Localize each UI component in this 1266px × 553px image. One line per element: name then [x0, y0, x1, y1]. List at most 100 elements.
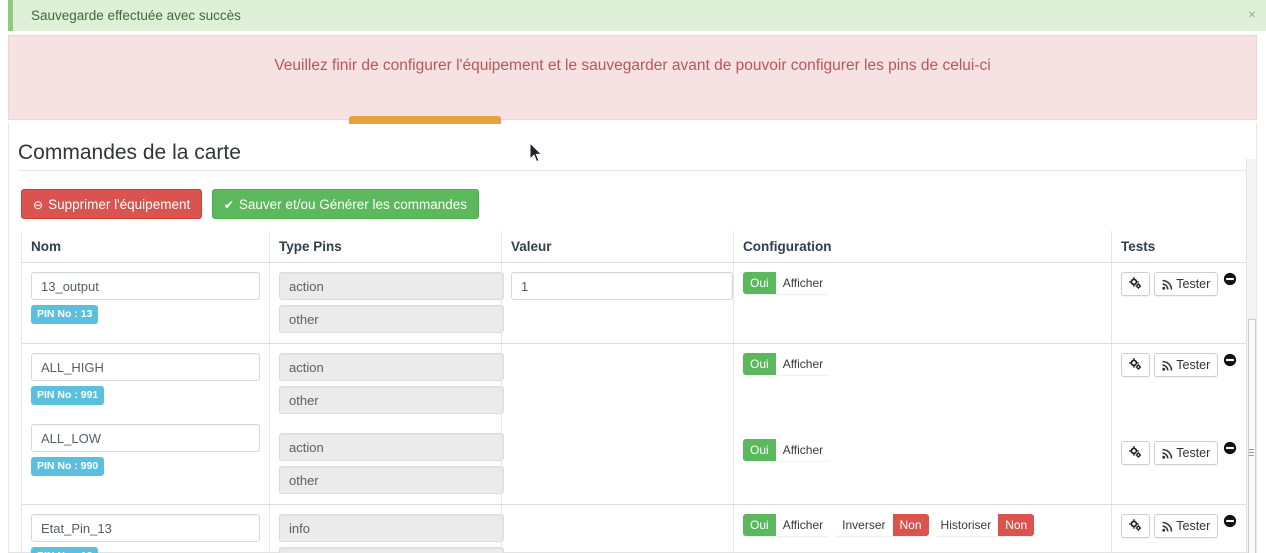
- test-button[interactable]: Tester: [1154, 353, 1219, 377]
- column-header-valeur: Valeur: [501, 231, 734, 263]
- value-cell: [502, 344, 733, 363]
- config-label-badge[interactable]: Afficher: [775, 514, 831, 536]
- configuration-cell: Oui Afficher: [734, 263, 1111, 304]
- delete-equipment-button[interactable]: ⊖ Supprimer l'équipement: [21, 189, 203, 219]
- config-state-badge[interactable]: Oui: [743, 439, 776, 461]
- type-pins-cell: [270, 505, 504, 553]
- test-button-label: Tester: [1176, 446, 1211, 460]
- success-alert-message: Sauvegarde effectuée avec succès: [31, 8, 241, 23]
- value-input[interactable]: [511, 272, 733, 300]
- pin-number-badge: PIN No : 991: [31, 386, 105, 405]
- column-header-configuration: Configuration: [733, 231, 1112, 263]
- rss-icon: [1162, 448, 1173, 459]
- cogs-icon: [1129, 358, 1142, 370]
- type-pin-input[interactable]: [279, 272, 504, 300]
- config-state-badge[interactable]: Oui: [743, 514, 776, 536]
- save-generate-commands-button[interactable]: ✔ Sauver et/ou Générer les commandes: [211, 189, 480, 219]
- config-label-badge[interactable]: Historiser: [933, 514, 999, 536]
- tests-cell: Tester: [1112, 505, 1247, 548]
- scrollbar-grip-icon: [1249, 449, 1254, 456]
- type-pins-cell: [270, 344, 504, 424]
- minus-circle-icon: ⊖: [33, 198, 44, 212]
- pin-settings-button[interactable]: [1121, 514, 1150, 538]
- pin-settings-button[interactable]: [1121, 272, 1150, 296]
- pin-number-badge: PIN No : 13: [31, 547, 99, 553]
- table-row: PIN No : 991PIN No : 990OuiAfficherOuiAf…: [21, 343, 1247, 505]
- table-row: PIN No : 13OuiAfficherInverserNonHistori…: [21, 504, 1247, 553]
- name-cell: PIN No : 13: [22, 263, 269, 334]
- configuration-cell: Oui Afficher Inverser Non Historiser Non: [734, 505, 1111, 546]
- type-pin-input[interactable]: [279, 305, 504, 333]
- config-state-badge[interactable]: Oui: [743, 272, 776, 294]
- configuration-cell: Oui Afficher: [734, 430, 1111, 471]
- test-button[interactable]: Tester: [1154, 514, 1219, 538]
- vertical-scrollbar[interactable]: [1246, 159, 1256, 553]
- config-toggle-group[interactable]: Oui Afficher: [743, 353, 831, 375]
- delete-equipment-label: Supprimer l'équipement: [48, 197, 191, 212]
- minus-circle-icon[interactable]: [1223, 272, 1237, 286]
- config-toggle-group[interactable]: Inverser Non: [835, 514, 929, 536]
- column-header-type-pins: Type Pins: [269, 231, 502, 263]
- minus-circle-icon[interactable]: [1223, 353, 1237, 367]
- config-state-badge[interactable]: Oui: [743, 353, 776, 375]
- scrollbar-thumb[interactable]: [1248, 319, 1256, 553]
- success-alert: Sauvegarde effectuée avec succès ×: [8, 0, 1266, 31]
- config-label-badge[interactable]: Afficher: [775, 272, 831, 294]
- cogs-icon: [1129, 277, 1142, 289]
- type-pin-input[interactable]: [279, 547, 504, 553]
- config-toggle-group[interactable]: Oui Afficher: [743, 514, 831, 536]
- type-pins-cell: [270, 263, 504, 343]
- config-toggle-group[interactable]: Oui Afficher: [743, 439, 831, 461]
- type-pins-cell: [270, 424, 504, 504]
- pin-settings-button[interactable]: [1121, 441, 1150, 465]
- close-icon[interactable]: ×: [1248, 7, 1256, 21]
- type-pin-input[interactable]: [279, 386, 504, 414]
- config-state-badge[interactable]: Non: [998, 514, 1035, 536]
- test-button[interactable]: Tester: [1154, 272, 1219, 296]
- commands-table: Nom Type Pins Valeur Configuration Tests…: [21, 231, 1247, 553]
- type-pin-input[interactable]: [279, 466, 504, 494]
- configuration-cell: Oui Afficher: [734, 344, 1111, 385]
- name-input[interactable]: [31, 514, 260, 542]
- value-cell: [502, 263, 733, 310]
- name-cell: PIN No : 13: [22, 505, 269, 553]
- type-pin-input[interactable]: [279, 353, 504, 381]
- type-pin-input[interactable]: [279, 514, 504, 542]
- pin-settings-button[interactable]: [1121, 353, 1150, 377]
- rss-icon: [1162, 360, 1173, 371]
- cogs-icon: [1129, 519, 1142, 531]
- tests-cell: Tester: [1112, 263, 1247, 306]
- tests-cell: Tester: [1112, 432, 1247, 475]
- rss-icon: [1162, 279, 1173, 290]
- type-pin-input[interactable]: [279, 433, 504, 461]
- tests-cell: Tester: [1112, 344, 1247, 387]
- check-circle-icon: ✔: [223, 198, 234, 212]
- test-button-label: Tester: [1176, 358, 1211, 372]
- test-button-label: Tester: [1176, 519, 1211, 533]
- page-root: Sauvegarde effectuée avec succès × Veuil…: [0, 0, 1266, 553]
- config-toggle-group[interactable]: Oui Afficher: [743, 272, 831, 294]
- minus-circle-icon[interactable]: [1223, 514, 1237, 528]
- warning-headline: Veuillez finir de configurer l'équipemen…: [274, 57, 991, 74]
- config-state-badge[interactable]: Non: [892, 514, 929, 536]
- config-label-badge[interactable]: Afficher: [775, 439, 831, 461]
- cogs-icon: [1129, 446, 1142, 458]
- test-button[interactable]: Tester: [1154, 441, 1219, 465]
- name-cell: PIN No : 990: [22, 415, 269, 486]
- commands-panel: Commandes de la carte ⊖ Supprimer l'équip…: [8, 124, 1257, 553]
- value-cell: [502, 505, 733, 524]
- save-generate-label: Sauver et/ou Générer les commandes: [238, 197, 468, 212]
- config-toggle-group[interactable]: Historiser Non: [933, 514, 1035, 536]
- pin-number-badge: PIN No : 990: [31, 457, 105, 476]
- name-input[interactable]: [31, 424, 260, 452]
- column-header-nom: Nom: [21, 231, 270, 263]
- name-cell: PIN No : 991: [22, 344, 269, 415]
- config-label-badge[interactable]: Inverser: [835, 514, 893, 536]
- name-input[interactable]: [31, 272, 260, 300]
- config-label-badge[interactable]: Afficher: [775, 353, 831, 375]
- test-button-label: Tester: [1176, 277, 1211, 291]
- minus-circle-icon[interactable]: [1223, 441, 1237, 455]
- table-row: PIN No : 13 OuiAfficher Tester: [21, 262, 1247, 344]
- name-input[interactable]: [31, 353, 260, 381]
- rss-icon: [1162, 521, 1173, 532]
